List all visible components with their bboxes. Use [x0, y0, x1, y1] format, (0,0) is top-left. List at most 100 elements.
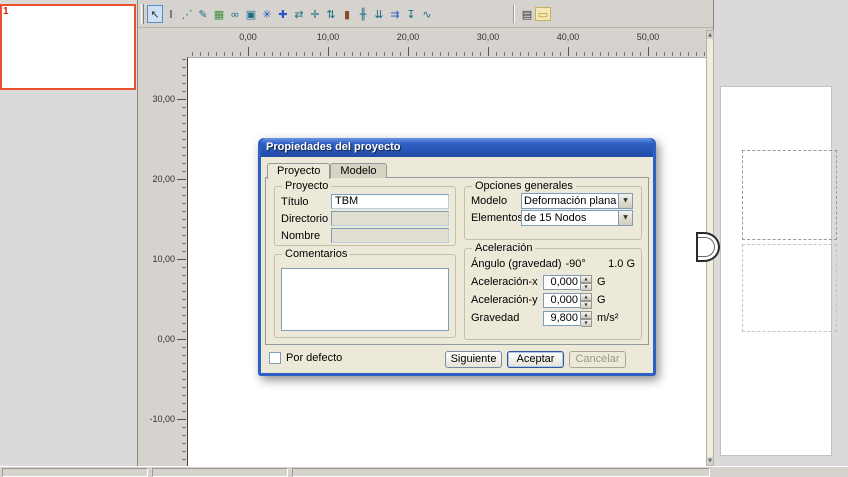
default-checkbox[interactable] [269, 352, 281, 364]
status-cell [152, 468, 288, 477]
accel-x-spinbox[interactable]: 0,000 ▲ ▼ [543, 275, 592, 290]
distributed-load-tool-icon[interactable]: ╫ [355, 5, 371, 23]
point-tool-icon[interactable]: ⋰ [179, 5, 195, 23]
annotation-region [0, 4, 136, 90]
chevron-down-icon[interactable]: ▼ [618, 211, 632, 225]
main-toolbar: ↖ I ⋰ ✎ ▦ ∞ ▣ ✳ ✚ ⇄ ✛ ⇅ ▮ ╫ ⇊ ⇉ ↧ ∿ ▤ ▭ [138, 1, 713, 28]
geometry-line-tool-icon[interactable]: ∞ [227, 5, 243, 23]
titulo-input[interactable]: TBM [331, 194, 449, 209]
accel-x-value[interactable]: 0,000 [543, 275, 581, 290]
v-ruler-major-ticks [177, 57, 186, 466]
annotation-marker: 1 [3, 6, 9, 17]
scroll-down-icon[interactable]: ▼ [707, 457, 713, 465]
horizontal-arrows-tool-icon[interactable]: ⇄ [291, 5, 307, 23]
status-bar [0, 466, 848, 477]
dialog-tabstrip: Proyecto Modelo [267, 160, 387, 178]
dashed-selection-rect [742, 244, 837, 332]
grid-tool-icon[interactable]: ▦ [211, 5, 227, 23]
gravity-spinbox[interactable]: 9,800 ▲ ▼ [543, 311, 592, 326]
v-ruler-label: 10,00 [143, 254, 175, 264]
project-group-legend: Proyecto [282, 180, 331, 192]
h-ruler-label: 30,00 [468, 32, 508, 42]
spin-down-icon[interactable]: ▼ [581, 319, 592, 327]
load-arrows-tool-icon[interactable]: ⇊ [371, 5, 387, 23]
selection-pointer-icon[interactable]: ↖ [147, 5, 163, 23]
toolbar-grip[interactable] [141, 4, 144, 24]
mesh-table-tool-icon[interactable]: ▤ [519, 5, 535, 23]
elementos-select[interactable]: de 15 Nodos ▼ [521, 210, 633, 226]
initial-conditions-tool-icon[interactable]: ▭ [535, 7, 551, 21]
gravity-unit: m/s² [597, 312, 618, 324]
acceleration-group-legend: Aceleración [472, 242, 535, 254]
modelo-select-value: Deformación plana [522, 194, 618, 208]
accel-x-unit: G [597, 276, 606, 288]
h-ruler-label: 10,00 [308, 32, 348, 42]
status-cell [2, 468, 148, 477]
acceleration-group: Aceleración Ángulo (gravedad) -90° 1.0 G… [464, 248, 642, 340]
toolbar-separator [513, 5, 515, 23]
accel-y-unit: G [597, 294, 606, 306]
tunnel-tool-icon[interactable]: ✚ [275, 5, 291, 23]
v-ruler-label: 30,00 [143, 94, 175, 104]
dashed-selection-rect [742, 150, 837, 240]
angle-value: -90° [566, 258, 586, 270]
spin-down-icon[interactable]: ▼ [581, 283, 592, 291]
tab-modelo[interactable]: Modelo [330, 163, 386, 178]
tunnel-shape [696, 232, 720, 262]
status-cell [292, 468, 710, 477]
cross-arrows-tool-icon[interactable]: ✛ [307, 5, 323, 23]
spin-up-icon[interactable]: ▲ [581, 293, 592, 301]
anchor-tool-icon[interactable]: ↧ [403, 5, 419, 23]
horizontal-ruler: 0,00 10,00 20,00 30,00 40,00 50,00 [187, 30, 706, 57]
gravity-value[interactable]: 9,800 [543, 311, 581, 326]
tab-page-proyecto: Proyecto Título TBM Directorio Nombre [265, 177, 649, 345]
plate-tool-icon[interactable]: ▣ [243, 5, 259, 23]
text-tool-icon[interactable]: I [163, 5, 179, 23]
general-options-group: Opciones generales Modelo Deformación pl… [464, 186, 642, 240]
gear-tool-icon[interactable]: ✳ [259, 5, 275, 23]
h-ruler-major-ticks [187, 47, 706, 56]
titulo-label: Título [281, 196, 331, 208]
scroll-up-icon[interactable]: ▲ [707, 31, 713, 39]
accel-x-label: Aceleración-x [471, 276, 543, 288]
general-options-legend: Opciones generales [472, 180, 576, 192]
h-ruler-label: 40,00 [548, 32, 588, 42]
vertical-arrows-tool-icon[interactable]: ⇅ [323, 5, 339, 23]
dialog-titlebar[interactable]: Propiedades del proyecto [261, 138, 653, 157]
spin-up-icon[interactable]: ▲ [581, 275, 592, 283]
spin-down-icon[interactable]: ▼ [581, 301, 592, 309]
siguiente-button[interactable]: Siguiente [445, 351, 502, 368]
nombre-label: Nombre [281, 230, 331, 242]
material-tool-icon[interactable]: ▮ [339, 5, 355, 23]
elementos-select-value: de 15 Nodos [522, 211, 618, 225]
comments-group: Comentarios [274, 254, 456, 338]
v-ruler-label: 20,00 [143, 174, 175, 184]
tunnel-lining-shape [698, 237, 715, 257]
cancelar-button[interactable]: Cancelar [569, 351, 626, 368]
angle-extra: 1.0 G [608, 258, 635, 270]
aceptar-button[interactable]: Aceptar [507, 351, 564, 368]
h-ruler-label: 0,00 [228, 32, 268, 42]
spin-up-icon[interactable]: ▲ [581, 311, 592, 319]
elementos-label: Elementos [471, 212, 521, 224]
v-ruler-label: 0,00 [143, 334, 175, 344]
modelo-label: Modelo [471, 195, 521, 207]
accel-y-label: Aceleración-y [471, 294, 543, 306]
modelo-select[interactable]: Deformación plana ▼ [521, 193, 633, 209]
tab-proyecto[interactable]: Proyecto [267, 163, 330, 179]
comments-textarea[interactable] [281, 268, 449, 331]
desktop: 1 ↖ I ⋰ ✎ ▦ ∞ ▣ ✳ ✚ ⇄ ✛ ⇅ ▮ ╫ ⇊ ⇉ ↧ ∿ ▤ … [0, 0, 848, 477]
directorio-label: Directorio [281, 213, 331, 225]
dialog-bottom-row: Por defecto Siguiente Aceptar Cancelar [261, 349, 653, 371]
spring-tool-icon[interactable]: ∿ [419, 5, 435, 23]
h-ruler-label: 20,00 [388, 32, 428, 42]
accel-y-value[interactable]: 0,000 [543, 293, 581, 308]
node-arrows-tool-icon[interactable]: ⇉ [387, 5, 403, 23]
chevron-down-icon[interactable]: ▼ [618, 194, 632, 208]
comments-group-legend: Comentarios [282, 248, 350, 260]
draw-tool-icon[interactable]: ✎ [195, 5, 211, 23]
vertical-ruler: 30,00 20,00 10,00 0,00 -10,00 [141, 57, 187, 466]
accel-y-spinbox[interactable]: 0,000 ▲ ▼ [543, 293, 592, 308]
default-checkbox-label: Por defecto [286, 352, 342, 364]
project-group: Proyecto Título TBM Directorio Nombre [274, 186, 456, 246]
